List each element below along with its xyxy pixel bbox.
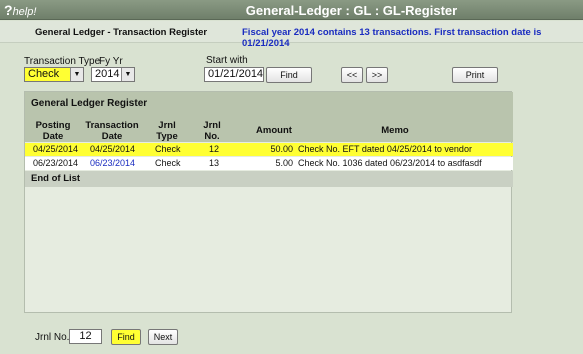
next-page-button[interactable]: >> bbox=[366, 67, 388, 83]
chevron-down-icon[interactable]: ▼ bbox=[121, 68, 134, 81]
jrnl-next-button[interactable]: Next bbox=[148, 329, 178, 345]
gl-register-panel: General Ledger Register Posting Date Tra… bbox=[24, 91, 513, 313]
fy-value: 2014 bbox=[95, 68, 120, 80]
col-transaction-date[interactable]: Transaction Date bbox=[83, 120, 141, 142]
end-of-list-label: End of List bbox=[25, 171, 513, 187]
jrnl-find-button[interactable]: Find bbox=[111, 329, 141, 345]
col-jrnl-type[interactable]: Jrnl Type bbox=[149, 120, 185, 142]
find-button[interactable]: Find bbox=[266, 67, 312, 83]
col-jrnl-no[interactable]: Jrnl No. bbox=[198, 120, 226, 142]
register-header: General Ledger Register Posting Date Tra… bbox=[25, 92, 513, 142]
fiscal-info-text: Fiscal year 2014 contains 13 transaction… bbox=[242, 27, 542, 49]
col-posting-date[interactable]: Posting Date bbox=[29, 120, 77, 142]
col-amount[interactable]: Amount bbox=[250, 125, 298, 136]
start-with-input[interactable]: 01/21/2014 bbox=[204, 67, 264, 82]
title-bar: ?help! General-Ledger : GL : GL-Register bbox=[0, 0, 583, 20]
app-title: General-Ledger : GL : GL-Register bbox=[245, 3, 458, 18]
transaction-type-value: Check bbox=[28, 68, 60, 80]
fy-label: Fy Yr bbox=[99, 56, 123, 67]
prev-page-button[interactable]: << bbox=[341, 67, 363, 83]
start-with-label: Start with bbox=[206, 55, 248, 66]
register-title: General Ledger Register bbox=[31, 98, 148, 109]
chevron-down-icon[interactable]: ▼ bbox=[70, 68, 83, 81]
transaction-type-label: Transaction Type bbox=[24, 56, 101, 67]
col-memo[interactable]: Memo bbox=[365, 125, 425, 136]
fy-select[interactable]: 2014 ▼ bbox=[91, 67, 135, 82]
transaction-type-select[interactable]: Check ▼ bbox=[24, 67, 84, 82]
table-row[interactable]: 06/23/2014 06/23/2014 Check 13 5.00 Chec… bbox=[25, 157, 513, 170]
table-row[interactable]: 04/25/2014 04/25/2014 Check 12 50.00 Che… bbox=[25, 143, 513, 156]
jrnl-no-label: Jrnl No. bbox=[35, 332, 70, 343]
print-button[interactable]: Print bbox=[452, 67, 498, 83]
jrnl-no-input[interactable]: 12 bbox=[69, 329, 102, 344]
transaction-date-link[interactable]: 06/23/2014 bbox=[90, 157, 135, 170]
form-title: General Ledger - Transaction Register bbox=[35, 27, 208, 38]
